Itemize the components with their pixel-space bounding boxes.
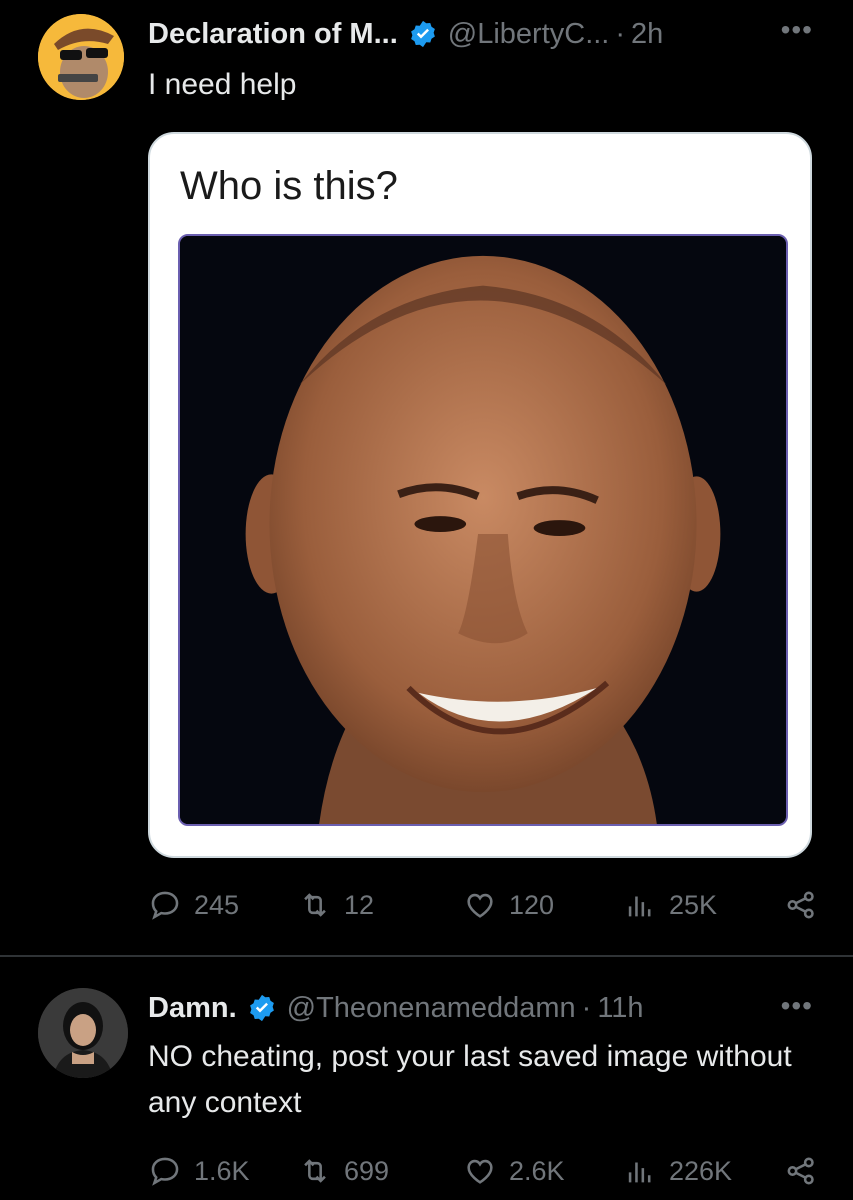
heart-icon bbox=[467, 1159, 493, 1184]
share-button[interactable] bbox=[784, 1154, 818, 1188]
tweet-header: Declaration of M... @LibertyC... · 2h bbox=[148, 14, 663, 54]
verified-badge-icon bbox=[249, 994, 274, 1022]
tweet-divider bbox=[0, 955, 853, 957]
face-illustration bbox=[180, 236, 786, 824]
views-icon bbox=[628, 896, 651, 917]
views-count: 226K bbox=[669, 1155, 733, 1186]
tweet-text: I need help bbox=[148, 68, 297, 101]
reply-button[interactable]: 1.6K bbox=[148, 1154, 250, 1188]
retweet-count: 699 bbox=[344, 1155, 390, 1186]
reply-count: 245 bbox=[194, 889, 240, 920]
views-icon bbox=[628, 1162, 651, 1183]
reply-timestamp[interactable]: 11h bbox=[597, 992, 643, 1025]
reply-count: 1.6K bbox=[194, 1155, 250, 1186]
separator-dot: · bbox=[581, 991, 592, 1024]
more-options-icon[interactable]: ••• bbox=[781, 990, 813, 1022]
verified-badge-icon bbox=[410, 20, 435, 48]
share-icon bbox=[787, 891, 814, 919]
tweet-reply: Damn. @Theonenameddamn · 11h ••• NO chea… bbox=[0, 958, 853, 1200]
tweet-main: Declaration of M... @LibertyC... · 2h ••… bbox=[0, 0, 853, 955]
views-button[interactable]: 25K bbox=[623, 888, 717, 922]
like-count: 2.6K bbox=[509, 1155, 565, 1186]
retweet-count: 12 bbox=[344, 889, 375, 920]
views-count: 25K bbox=[669, 889, 718, 920]
like-button[interactable]: 2.6K bbox=[463, 1154, 565, 1188]
reply-author-name[interactable]: Damn. bbox=[148, 992, 237, 1025]
reply-author-avatar[interactable] bbox=[38, 988, 128, 1078]
author-handle[interactable]: @LibertyC... bbox=[448, 18, 610, 51]
reply-icon bbox=[151, 1157, 179, 1186]
author-name[interactable]: Declaration of M... bbox=[148, 18, 398, 51]
retweet-button[interactable]: 12 bbox=[298, 888, 374, 922]
reply-button[interactable]: 245 bbox=[148, 888, 239, 922]
card-question: Who is this? bbox=[180, 164, 398, 208]
author-avatar[interactable] bbox=[38, 14, 124, 100]
share-icon bbox=[787, 1157, 814, 1185]
heart-icon bbox=[467, 893, 493, 918]
views-button[interactable]: 226K bbox=[623, 1154, 732, 1188]
more-options-icon[interactable]: ••• bbox=[781, 14, 813, 46]
reply-author-handle[interactable]: @Theonenameddamn bbox=[287, 992, 576, 1025]
like-button[interactable]: 120 bbox=[463, 888, 554, 922]
reply-icon bbox=[151, 891, 179, 920]
timestamp[interactable]: 2h bbox=[631, 18, 663, 51]
tweet-image-card[interactable]: Who is this? bbox=[148, 132, 812, 858]
portrait-photo[interactable] bbox=[178, 234, 788, 826]
reply-text: NO cheating, post your last saved image … bbox=[148, 1040, 792, 1119]
retweet-button[interactable]: 699 bbox=[298, 1154, 389, 1188]
reply-actions: 1.6K 699 2.6K 226K bbox=[148, 1154, 818, 1194]
retweet-icon bbox=[304, 1159, 326, 1183]
like-count: 120 bbox=[509, 889, 555, 920]
tweet-actions: 245 12 120 25K bbox=[148, 888, 818, 928]
retweet-icon bbox=[304, 893, 326, 917]
separator-dot: · bbox=[615, 17, 626, 50]
reply-header: Damn. @Theonenameddamn · 11h bbox=[148, 988, 644, 1028]
share-button[interactable] bbox=[784, 888, 818, 922]
